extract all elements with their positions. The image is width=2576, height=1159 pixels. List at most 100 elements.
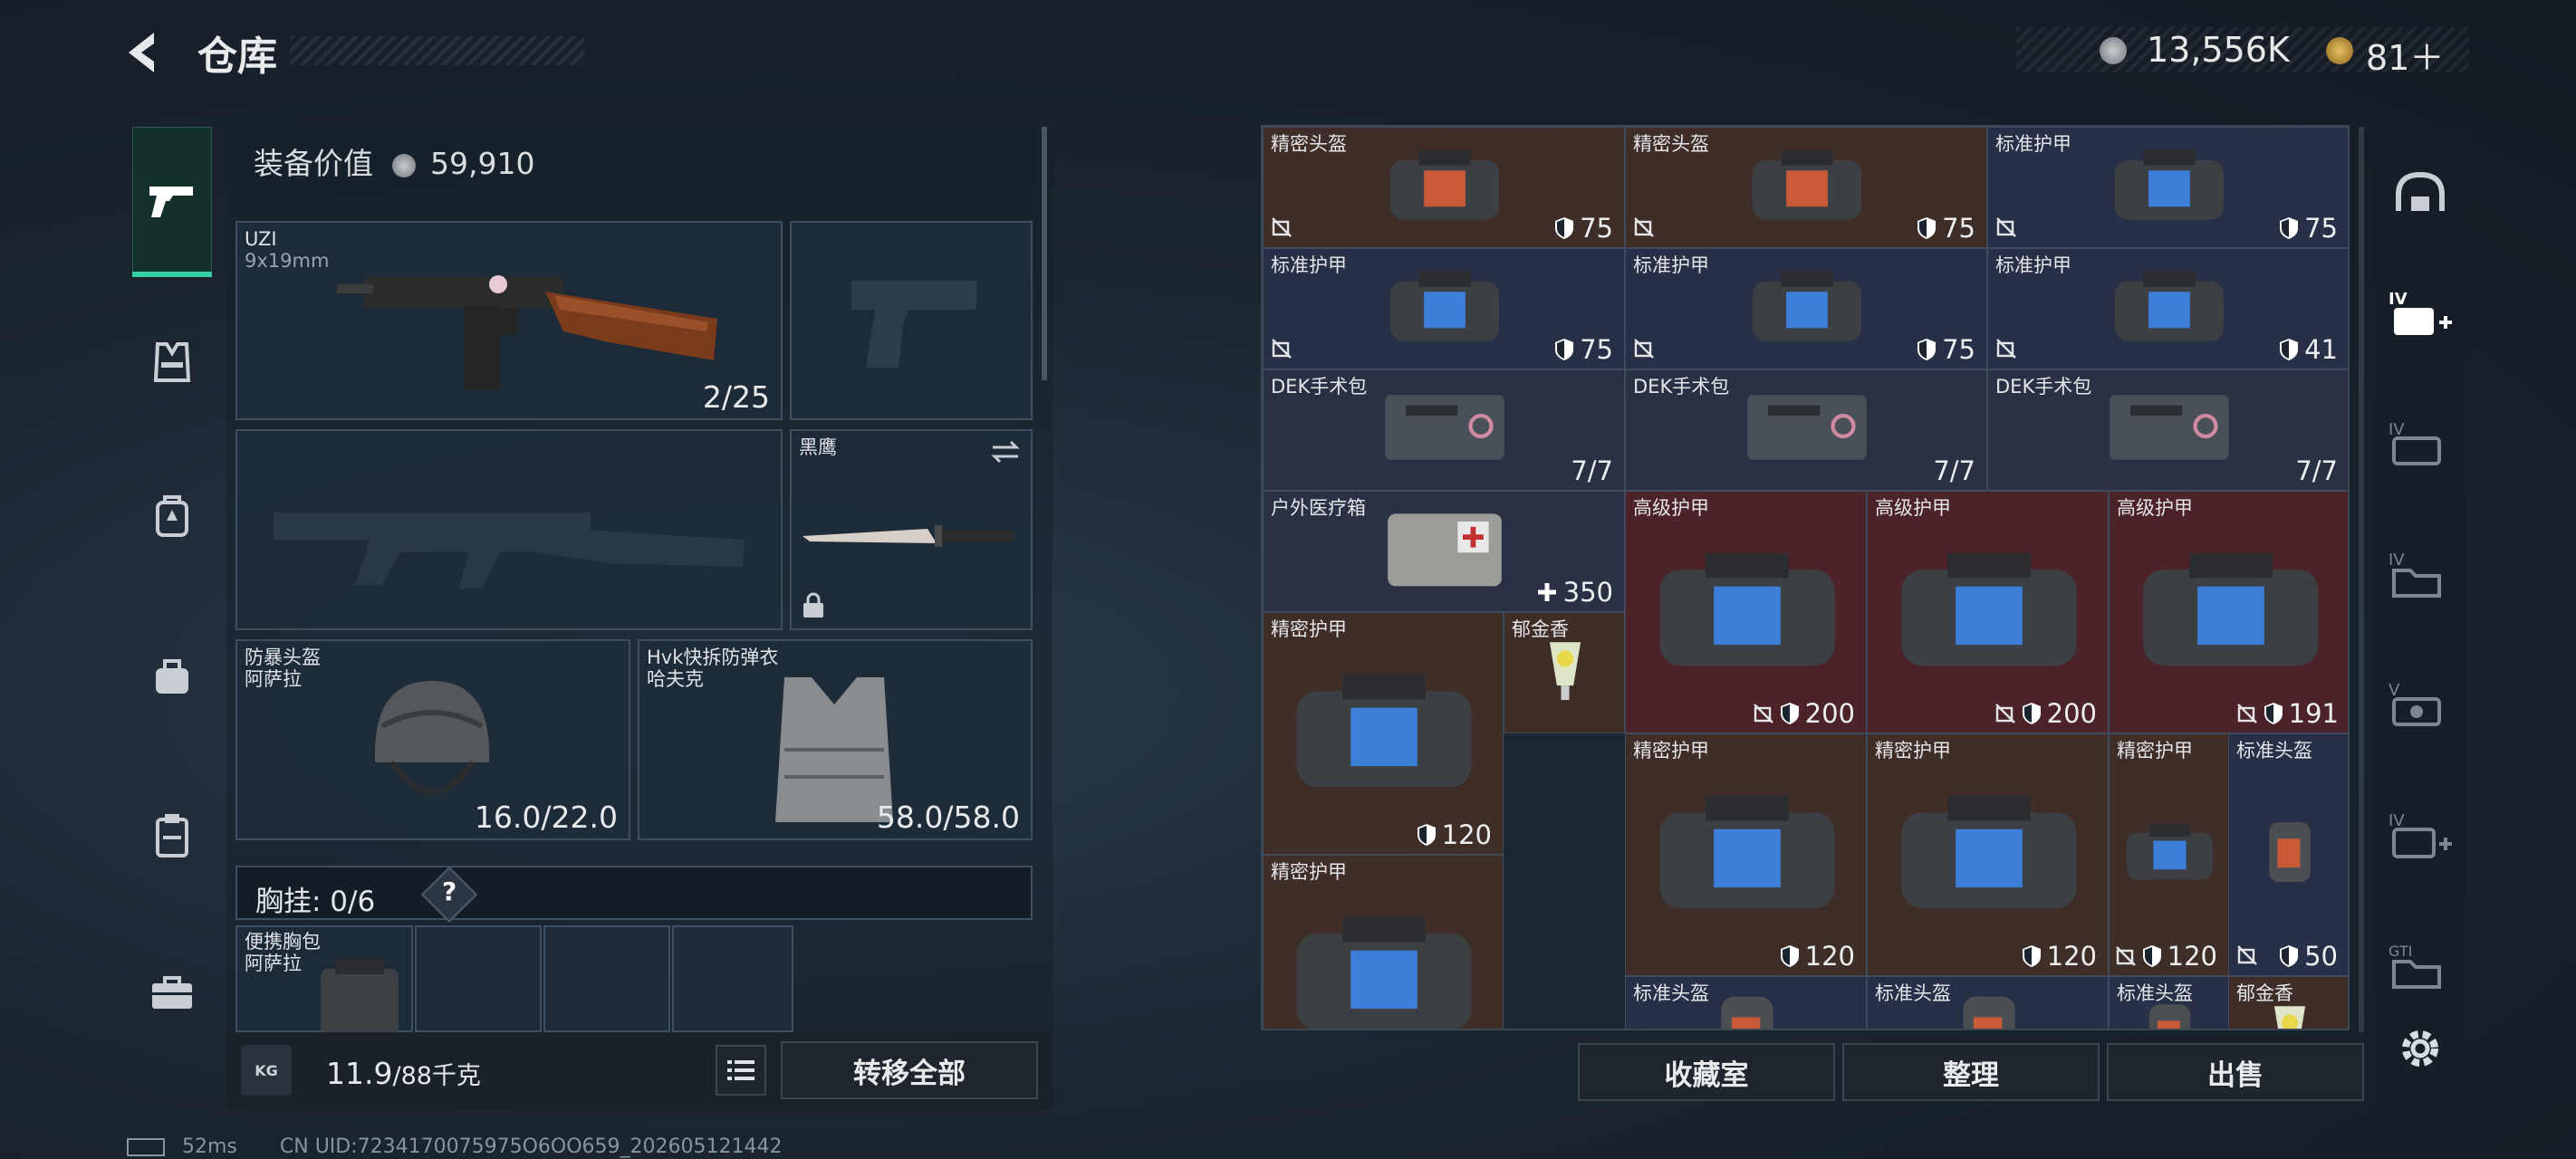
stash-item-tulip-drink[interactable]: 郁金香	[1504, 612, 1625, 733]
rail-tab-rig[interactable]	[136, 326, 208, 398]
sort-button[interactable]: 整理	[1842, 1043, 2100, 1101]
item-value-text: 200	[1804, 698, 1855, 729]
stash-item-precision-armor[interactable]: 精密护甲 120	[1867, 733, 2109, 976]
filter-plus[interactable]: IV	[2375, 790, 2465, 880]
item-value: 75	[1554, 213, 1613, 244]
item-value: 120	[2115, 941, 2217, 972]
precision-armor-icon	[1658, 795, 1835, 909]
precision-helmet-icon	[1753, 149, 1861, 220]
stash-item-precision-armor[interactable]: 精密护甲	[1263, 855, 1504, 1029]
rig-pocket-2[interactable]	[415, 925, 542, 1032]
stash-item-standard-helmet[interactable]: 标准头盔 50	[2228, 733, 2348, 976]
stash-item-tulip-drink[interactable]: 郁金香	[2228, 976, 2348, 1029]
chest-rig-bar[interactable]: 胸挂: 0/6 ?	[235, 866, 1033, 924]
weight-readout: 11.9/88千克	[326, 1056, 481, 1091]
rig-pocket-3[interactable]	[543, 925, 670, 1032]
rail-tab-backpack[interactable]	[136, 480, 208, 552]
status-bar: 52ms CN UID:7234170075975O6OO659_2026051…	[127, 1135, 783, 1158]
stash-item-outdoor-medical-box[interactable]: 户外医疗箱 350	[1263, 491, 1625, 612]
list-view-button[interactable]	[716, 1045, 766, 1096]
precision-armor-icon	[1296, 916, 1472, 1029]
item-value-text: 7/7	[1571, 455, 1613, 486]
item-name: 精密头盔	[1633, 133, 1709, 155]
melee-slot[interactable]: 黑鹰	[790, 429, 1033, 630]
no-repair-badge	[1995, 338, 2017, 363]
no-repair-badge	[1633, 216, 1655, 242]
item-value: 191	[2236, 698, 2339, 729]
transfer-all-button[interactable]: 转移全部	[781, 1041, 1038, 1099]
item-value-text: 7/7	[2295, 455, 2338, 486]
sidearm-slot[interactable]	[790, 221, 1033, 420]
armor-shield-icon	[1780, 703, 1799, 724]
pouch-name: 便携胸包	[245, 931, 321, 953]
page-title: 仓库	[197, 34, 277, 80]
battery-icon	[127, 1138, 165, 1156]
filter-eye[interactable]: V	[2375, 659, 2465, 750]
no-repair-badge	[1633, 338, 1655, 363]
armor-shield-icon	[2280, 945, 2299, 967]
stash-scrollbar[interactable]	[2359, 127, 2364, 1032]
settings-button[interactable]	[2375, 1003, 2465, 1094]
iv-ammo-icon: IV	[2389, 420, 2441, 465]
stash-item-standard-armor[interactable]: 标准护甲 41	[1987, 248, 2348, 369]
filter-gti[interactable]: GTI	[2375, 920, 2465, 1011]
item-name: DEK手术包	[1271, 376, 1368, 398]
gold-currency[interactable]: 81＋	[2366, 30, 2444, 80]
stash-item-dek-surgery-kit[interactable]: DEK手术包 7/7	[1987, 369, 2348, 491]
stash-item-standard-helmet[interactable]: 标准头盔	[2109, 976, 2229, 1029]
item-name: 精密护甲	[1633, 740, 1709, 761]
collection-room-button[interactable]: 收藏室	[1578, 1043, 1835, 1101]
helmet-brand: 阿萨拉	[245, 668, 302, 690]
stash-item-precision-helmet[interactable]: 精密头盔 75	[1263, 127, 1625, 248]
armor-name: Hvk快拆防弹衣	[647, 647, 779, 668]
armor-shield-icon	[1918, 339, 1937, 360]
stash-item-standard-helmet[interactable]: 标准头盔	[1867, 976, 2109, 1029]
rail-active-indicator	[132, 272, 212, 277]
stash-item-precision-armor[interactable]: 精密护甲 120	[1625, 733, 1867, 976]
helmet-slot[interactable]: 防暴头盔 阿萨拉 16.0/22.0	[235, 639, 630, 840]
stash-item-standard-armor[interactable]: 标准护甲 75	[1625, 248, 1987, 369]
no-repair-icon	[2237, 945, 2257, 965]
filter-ammo[interactable]: IV	[2375, 398, 2465, 489]
silver-coin-icon	[391, 153, 416, 177]
sell-button[interactable]: 出售	[2107, 1043, 2364, 1101]
pouch-slot[interactable]: 便携胸包 阿萨拉	[235, 925, 413, 1034]
filter-medkit[interactable]: IV	[2375, 268, 2465, 359]
stash-item-standard-armor[interactable]: 标准护甲 75	[1987, 127, 2348, 248]
settings-gear-icon	[2402, 1030, 2438, 1067]
standard-armor-icon	[2115, 149, 2224, 220]
iv-medkit-icon: IV	[2389, 290, 2452, 335]
stash-item-precision-armor[interactable]: 精密护甲 120	[2109, 733, 2229, 976]
v-eye-icon: V	[2389, 681, 2441, 726]
rail-tab-weapons[interactable]	[136, 165, 208, 237]
loadout-scrollbar[interactable]	[1042, 127, 1047, 380]
title-decoration	[290, 36, 584, 65]
stash-item-standard-helmet[interactable]: 标准头盔	[1625, 976, 1867, 1029]
secondary-weapon-slot[interactable]	[235, 429, 783, 630]
knife-icon	[803, 525, 1014, 547]
stash-item-dek-surgery-kit[interactable]: DEK手术包 7/7	[1625, 369, 1987, 491]
stash-item-standard-armor[interactable]: 标准护甲 75	[1263, 248, 1625, 369]
no-repair-icon	[1634, 217, 1654, 237]
rail-tab-toolbox[interactable]	[136, 956, 208, 1029]
stash-item-advanced-armor[interactable]: 高级护甲 200	[1867, 491, 2109, 733]
rig-pocket-4[interactable]	[672, 925, 793, 1032]
stash-item-advanced-armor[interactable]: 高级护甲 191	[2109, 491, 2348, 733]
filter-helmet[interactable]	[2375, 148, 2465, 239]
stash-item-advanced-armor[interactable]: 高级护甲 200	[1625, 491, 1867, 733]
dek-surgery-kit-icon	[1747, 395, 1867, 460]
uid: CN UID:7234170075975O6OO659_202605121442	[279, 1135, 783, 1158]
filter-folder[interactable]: IV	[2375, 529, 2465, 619]
stash-item-precision-helmet[interactable]: 精密头盔 75	[1625, 127, 1987, 248]
swap-icon[interactable]	[989, 438, 1022, 465]
back-button[interactable]	[118, 27, 168, 78]
stash-item-dek-surgery-kit[interactable]: DEK手术包 7/7	[1263, 369, 1625, 491]
help-icon[interactable]: ?	[442, 876, 457, 906]
no-repair-icon	[2115, 946, 2136, 966]
armor-slot[interactable]: Hvk快拆防弹衣 哈夫克 58.0/58.0	[638, 639, 1033, 840]
rail-tab-case[interactable]	[136, 799, 208, 871]
stash-item-precision-armor[interactable]: 精密护甲 120	[1263, 612, 1504, 855]
primary-weapon-slot[interactable]: UZI 9x19mm 2/25	[235, 221, 783, 420]
armor-shield-icon	[1555, 339, 1574, 360]
rail-tab-bag[interactable]	[136, 639, 208, 712]
